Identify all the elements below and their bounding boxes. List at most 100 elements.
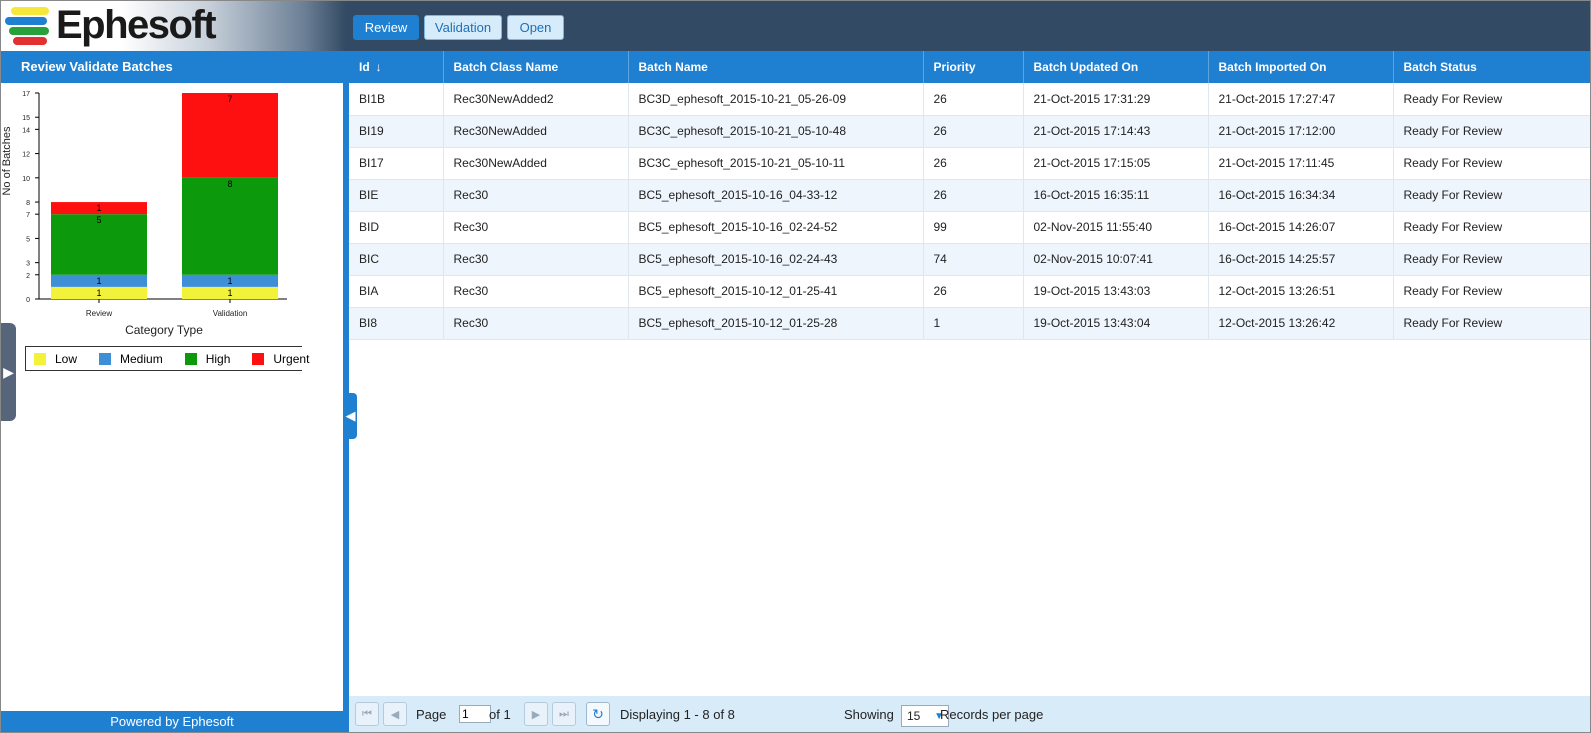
column-header-batch-class-name[interactable]: Batch Class Name (443, 51, 629, 83)
pager-bar: ⏮ ◀ Page of 1 ▶ ⏭ ↻ Displaying 1 - 8 of … (349, 696, 1590, 732)
collapse-panel-button[interactable]: ◀ (344, 393, 357, 439)
cell-priority: 26 (923, 115, 1024, 148)
first-page-icon[interactable]: ⏮ (355, 702, 379, 726)
logo-mark-icon (5, 7, 49, 45)
table-row[interactable]: BIA Rec30 BC5_ephesoft_2015-10-12_01-25-41… (349, 275, 1590, 308)
legend-label-low: Low (55, 351, 78, 366)
sort-down-icon: ↓ (375, 60, 382, 74)
column-header-batch-status[interactable]: Batch Status (1393, 51, 1590, 83)
x-axis-label: Category Type (125, 323, 203, 337)
table-row[interactable]: BI8 Rec30 BC5_ephesoft_2015-10-12_01-25-28… (349, 307, 1590, 340)
tab-review[interactable]: Review (353, 15, 419, 40)
legend-swatch-low (34, 352, 46, 365)
table-row[interactable]: BI17 Rec30NewAdded BC3C_ephesoft_2015-10-2… (349, 147, 1590, 180)
cell-batch-class-name: Rec30 (443, 275, 629, 308)
x-tick-label: Validation (213, 309, 248, 318)
cell-batch-status: Ready For Review (1393, 275, 1590, 308)
showing-label: Showing (844, 707, 894, 722)
cell-batch-status: Ready For Review (1393, 147, 1590, 180)
column-header-id[interactable]: Id ↓ (349, 51, 444, 83)
cell-batch-class-name: Rec30NewAdded2 (443, 83, 629, 116)
column-header-priority[interactable]: Priority (923, 51, 1024, 83)
cell-batch-status: Ready For Review (1393, 83, 1590, 116)
bar-segment-urgent[interactable] (182, 93, 278, 178)
y-axis-label: No of Batches (1, 126, 13, 196)
header-bar: Ephesoft Review Validation Open (1, 1, 1590, 51)
batch-grid: Id ↓ Batch Class Name Batch Name Priority… (349, 51, 1590, 340)
bar-value-label: 5 (96, 215, 101, 225)
grid-header-row: Id ↓ Batch Class Name Batch Name Priority… (349, 51, 1590, 83)
logo: Ephesoft (1, 1, 346, 51)
cell-batch-imported-on: 16-Oct-2015 14:26:07 (1208, 211, 1394, 244)
cell-batch-updated-on: 21-Oct-2015 17:14:43 (1023, 115, 1209, 148)
cell-batch-name: BC5_ephesoft_2015-10-16_04-33-12 (628, 179, 924, 212)
legend-swatch-medium (99, 352, 112, 365)
cell-priority: 26 (923, 147, 1024, 180)
app-window: Ephesoft Review Validation Open Review V… (0, 0, 1591, 733)
column-header-batch-name[interactable]: Batch Name (628, 51, 924, 83)
table-row[interactable]: BID Rec30 BC5_ephesoft_2015-10-16_02-24-52… (349, 211, 1590, 244)
refresh-icon[interactable]: ↻ (586, 702, 610, 726)
cell-batch-imported-on: 21-Oct-2015 17:12:00 (1208, 115, 1394, 148)
cell-priority: 26 (923, 179, 1024, 212)
cell-batch-status: Ready For Review (1393, 211, 1590, 244)
table-row[interactable]: BIE Rec30 BC5_ephesoft_2015-10-16_04-33-12… (349, 179, 1590, 212)
bar-value-label: 1 (96, 276, 101, 286)
bar-value-label: 1 (227, 276, 232, 286)
cell-batch-status: Ready For Review (1393, 243, 1590, 276)
cell-batch-imported-on: 21-Oct-2015 17:27:47 (1208, 83, 1394, 116)
tab-validation[interactable]: Validation (424, 15, 502, 40)
column-header-batch-updated-on[interactable]: Batch Updated On (1023, 51, 1209, 83)
chevron-left-icon: ◀ (345, 408, 356, 423)
bar-value-label: 1 (96, 288, 101, 298)
records-per-page-value: 15 (907, 709, 921, 723)
legend-label-urgent: Urgent (273, 351, 310, 366)
chart-legend: Low Medium High Urgent (25, 346, 309, 371)
cell-id: BID (349, 211, 444, 244)
cell-batch-imported-on: 12-Oct-2015 13:26:51 (1208, 275, 1394, 308)
batch-chart: 0235781012141517No of Batches1151Review1… (1, 91, 287, 337)
powered-by-footer: Powered by Ephesoft (1, 711, 343, 732)
cell-batch-class-name: Rec30 (443, 307, 629, 340)
cell-batch-updated-on: 02-Nov-2015 11:55:40 (1023, 211, 1209, 244)
cell-id: BIC (349, 243, 444, 276)
cell-priority: 74 (923, 243, 1024, 276)
table-row[interactable]: BIC Rec30 BC5_ephesoft_2015-10-16_02-24-43… (349, 243, 1590, 276)
logo-text: Ephesoft (56, 3, 217, 47)
column-header-batch-imported-on[interactable]: Batch Imported On (1208, 51, 1394, 83)
y-tick-label: 14 (22, 127, 30, 134)
last-page-icon[interactable]: ⏭ (552, 702, 576, 726)
legend-item-urgent: Urgent (252, 352, 309, 366)
cell-batch-name: BC5_ephesoft_2015-10-12_01-25-28 (628, 307, 924, 340)
table-row[interactable]: BI19 Rec30NewAdded BC3C_ephesoft_2015-10-2… (349, 115, 1590, 148)
page-number-input[interactable] (459, 705, 491, 723)
cell-batch-class-name: Rec30 (443, 211, 629, 244)
cell-batch-status: Ready For Review (1393, 307, 1590, 340)
cell-batch-name: BC5_ephesoft_2015-10-16_02-24-43 (628, 243, 924, 276)
bar-value-label: 1 (96, 203, 101, 213)
y-tick-label: 5 (26, 236, 30, 243)
tab-open[interactable]: Open (507, 15, 564, 40)
page-label: Page (416, 707, 447, 722)
bar-segment-high[interactable] (182, 177, 278, 275)
y-tick-label: 0 (26, 297, 30, 304)
legend-label-high: High (205, 351, 231, 366)
y-tick-label: 2 (26, 273, 30, 280)
y-tick-label: 17 (22, 91, 30, 98)
expand-left-panel-button[interactable]: ▶ (1, 323, 16, 421)
cell-priority: 26 (923, 275, 1024, 308)
cell-batch-updated-on: 16-Oct-2015 16:35:11 (1023, 179, 1209, 212)
cell-priority: 26 (923, 83, 1024, 116)
cell-batch-updated-on: 19-Oct-2015 13:43:03 (1023, 275, 1209, 308)
cell-batch-updated-on: 21-Oct-2015 17:15:05 (1023, 147, 1209, 180)
legend-item-low: Low (34, 352, 77, 366)
cell-batch-name: BC3C_ephesoft_2015-10-21_05-10-11 (628, 147, 924, 180)
y-tick-label: 10 (22, 176, 30, 183)
next-page-icon[interactable]: ▶ (524, 702, 548, 726)
cell-batch-imported-on: 16-Oct-2015 16:34:34 (1208, 179, 1394, 212)
table-row[interactable]: BI1B Rec30NewAdded2 BC3D_ephesoft_2015-10-… (349, 83, 1590, 116)
y-tick-label: 12 (22, 152, 30, 159)
prev-page-icon[interactable]: ◀ (383, 702, 407, 726)
page-of-label: of 1 (489, 707, 511, 722)
legend-swatch-high (184, 352, 197, 365)
